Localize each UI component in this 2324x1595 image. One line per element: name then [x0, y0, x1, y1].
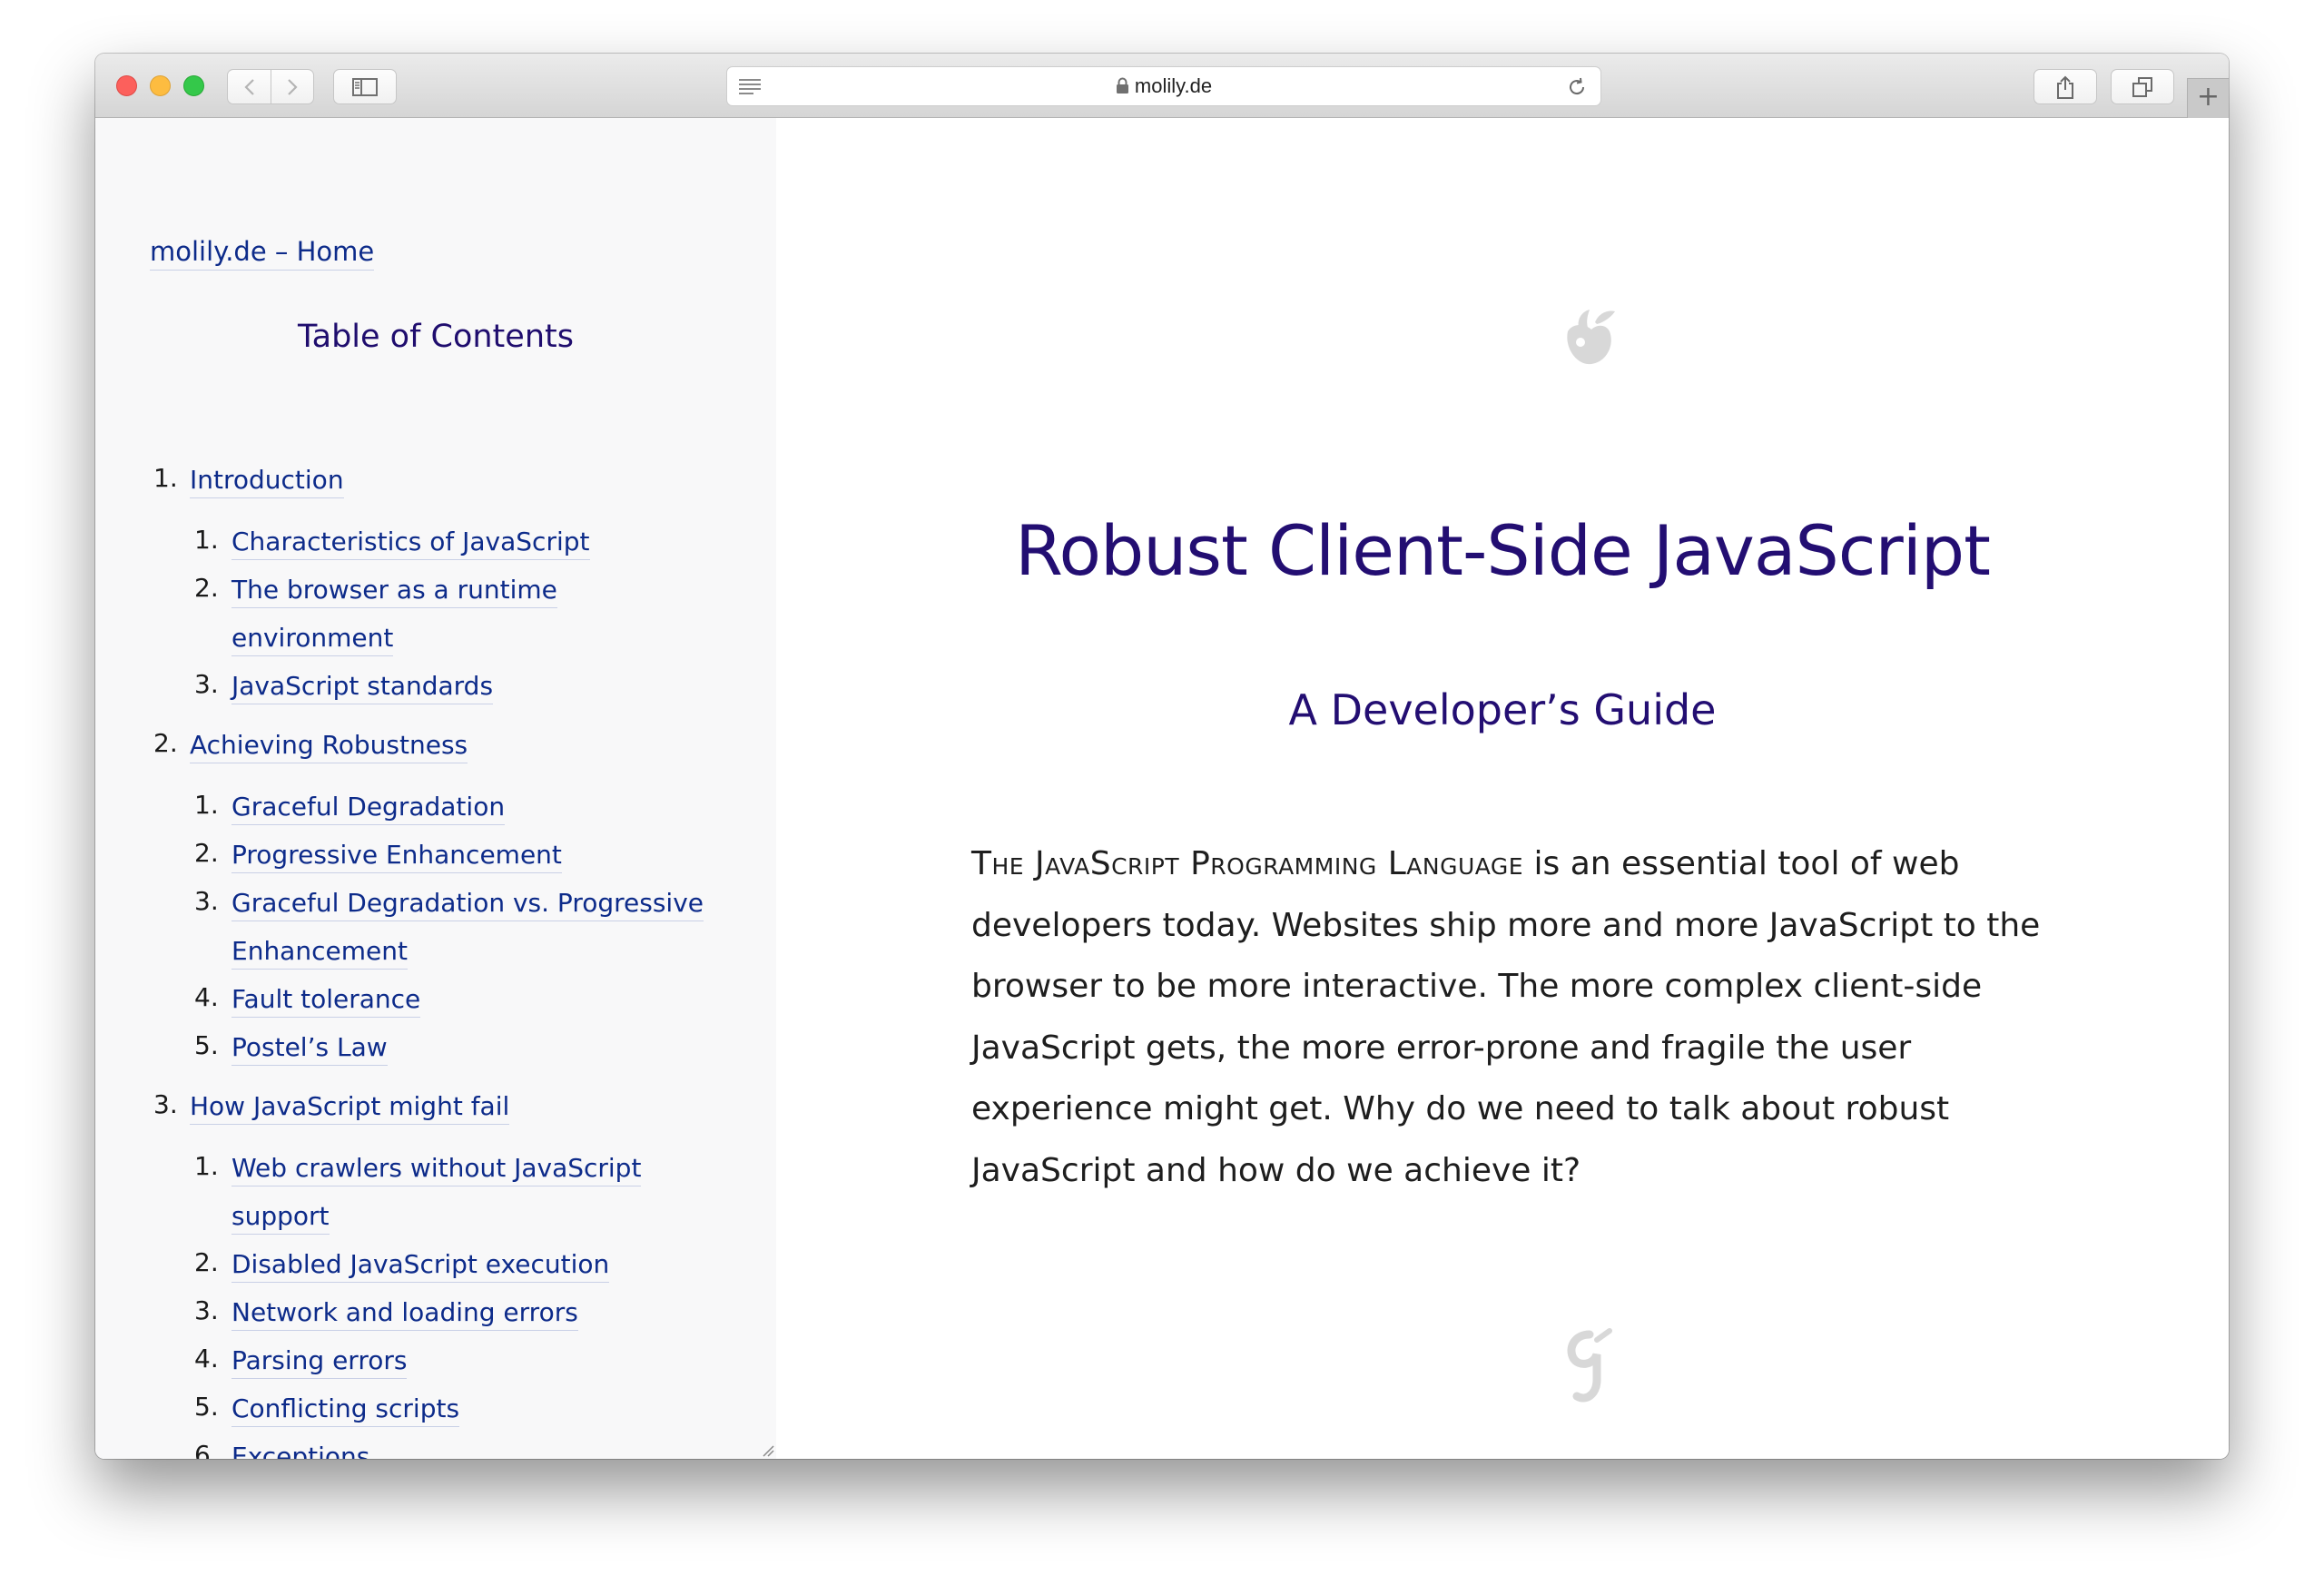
intro-smallcaps: The JavaScript Programming Language [971, 845, 1524, 882]
toc-subitem: Graceful Degradation [231, 790, 506, 825]
toc-item: Introduction [190, 463, 344, 498]
toc-subnumber: 2. [194, 838, 219, 868]
toc-sublink[interactable]: The browser as a runtime [231, 573, 557, 608]
molily-logo-icon [1567, 310, 1615, 365]
book-subtitle: A Developer’s Guide [1288, 685, 1717, 734]
toc-subnumber: 2. [194, 1247, 219, 1277]
toc-subitem: Disabled JavaScript execution [231, 1247, 610, 1283]
toc-sublink[interactable]: Disabled JavaScript execution [231, 1247, 610, 1283]
tabs-overview-button[interactable] [2111, 69, 2174, 104]
toc-subitem: Network and loading errors [231, 1295, 578, 1331]
toc-link[interactable]: How JavaScript might fail [190, 1089, 510, 1125]
toc-subitem: Fault tolerance [231, 982, 421, 1018]
toc-sublink[interactable]: Postel’s Law [231, 1030, 388, 1066]
toc-subnumber: 1. [194, 525, 219, 555]
toc-subitem: Exceptions [231, 1440, 369, 1459]
toc-title: Table of Contents [298, 319, 574, 355]
toc-subitem: Progressive Enhancement [231, 838, 562, 873]
toc-item: How JavaScript might fail [190, 1089, 510, 1125]
browser-toolbar: molily.de + [95, 54, 2229, 118]
toc-sublink[interactable]: Conflicting scripts [231, 1392, 460, 1427]
toc-subnumber: 3. [194, 669, 219, 699]
intro-text: is an essential tool of web developers t… [971, 845, 2041, 1189]
url-display: molily.de [727, 67, 1600, 105]
toc-sublink[interactable]: Fault tolerance [231, 982, 421, 1018]
address-bar[interactable]: molily.de [726, 66, 1601, 106]
toc-subitem: support [231, 1199, 330, 1235]
resize-grip-icon[interactable] [762, 1444, 774, 1457]
book-title: Robust Client-Side JavaScript [1015, 510, 1991, 591]
navigation-buttons [227, 69, 314, 104]
browser-window: molily.de + molily.de – Home Table of Co… [95, 54, 2229, 1459]
toc-subnumber: 3. [194, 886, 219, 916]
share-icon [2057, 75, 2073, 99]
tabs-overview-icon [2132, 76, 2152, 97]
toc-subnumber: 4. [194, 982, 219, 1012]
toc-sublink[interactable]: Graceful Degradation vs. Progressive [231, 886, 704, 921]
chevron-right-icon [288, 79, 298, 95]
toc-sidebar: molily.de – Home Table of Contents 1. Int… [95, 118, 776, 1459]
toc-subitem: Graceful Degradation vs. Progressive [231, 886, 704, 921]
toc-subnumber: 5. [194, 1392, 219, 1422]
toc-sublink[interactable]: Progressive Enhancement [231, 838, 562, 873]
share-button[interactable] [2034, 69, 2097, 104]
toc-subitem: Conflicting scripts [231, 1392, 460, 1427]
toc-subnumber: 2. [194, 573, 219, 603]
intro-paragraph: The JavaScript Programming Language is a… [971, 833, 2052, 1201]
toc-number: 1. [153, 463, 178, 493]
url-text: molily.de [1134, 74, 1213, 97]
g-flourish-icon [1567, 1328, 1612, 1403]
minimize-window-button[interactable] [150, 75, 171, 96]
toc-sublink[interactable]: environment [231, 621, 394, 656]
toc-subnumber: 6. [194, 1440, 219, 1459]
toc-sublink[interactable]: Graceful Degradation [231, 790, 506, 825]
toc-sublink[interactable]: Network and loading errors [231, 1295, 578, 1331]
toc-subnumber: 3. [194, 1295, 219, 1325]
toc-sublink[interactable]: support [231, 1199, 330, 1235]
sidebar-toggle-button[interactable] [333, 69, 397, 104]
toc-sublink[interactable]: Characteristics of JavaScript [231, 525, 590, 560]
toc-subitem: Enhancement [231, 934, 408, 970]
toc-subitem: environment [231, 621, 394, 656]
reload-icon[interactable] [1566, 76, 1588, 98]
toc-link[interactable]: Introduction [190, 463, 344, 498]
toc-number: 2. [153, 728, 178, 758]
toc-subnumber: 4. [194, 1344, 219, 1373]
close-window-button[interactable] [116, 75, 137, 96]
toc-subnumber: 1. [194, 790, 219, 820]
toc-subitem: Postel’s Law [231, 1030, 388, 1066]
toc-sublink[interactable]: JavaScript standards [231, 669, 494, 704]
main-content: Robust Client-Side JavaScript A Develope… [776, 118, 2229, 1459]
toc-link[interactable]: Achieving Robustness [190, 728, 468, 763]
lock-icon [1116, 77, 1128, 94]
toc-subitem: The browser as a runtime [231, 573, 557, 608]
toc-sublink[interactable]: Exceptions [231, 1440, 369, 1459]
plus-icon: + [2196, 81, 2221, 113]
zoom-window-button[interactable] [183, 75, 204, 96]
toc-subnumber: 5. [194, 1030, 219, 1060]
toc-number: 3. [153, 1089, 178, 1119]
toc-sublink[interactable]: Parsing errors [231, 1344, 408, 1379]
toc-subnumber: 1. [194, 1151, 219, 1181]
toc-sublink[interactable]: Enhancement [231, 934, 408, 970]
chevron-left-icon [244, 79, 254, 95]
toc-subitem: Web crawlers without JavaScript [231, 1151, 642, 1186]
new-tab-button[interactable]: + [2187, 78, 2229, 118]
toc-sublink[interactable]: Web crawlers without JavaScript [231, 1151, 642, 1186]
toc-subitem: Parsing errors [231, 1344, 408, 1379]
toc-item: Achieving Robustness [190, 728, 468, 763]
toc-subitem: JavaScript standards [231, 669, 494, 704]
home-link[interactable]: molily.de – Home [150, 233, 375, 271]
sidebar-icon [352, 77, 378, 96]
toc-subitem: Characteristics of JavaScript [231, 525, 590, 560]
